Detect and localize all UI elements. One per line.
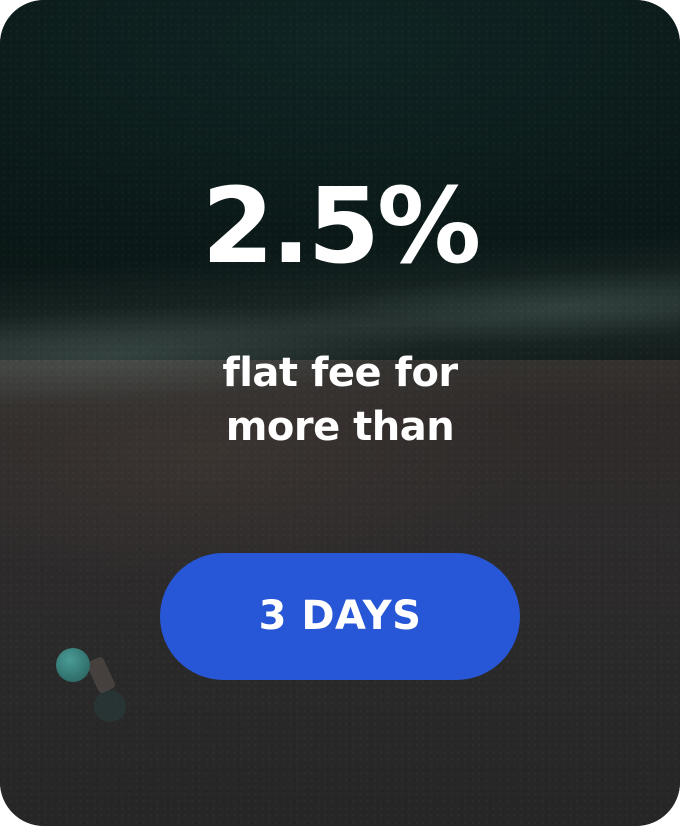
promo-content: 2.5% flat fee for more than 3 DAYS — [0, 0, 680, 826]
fee-rate-headline: 2.5% — [201, 165, 481, 287]
promo-card: 2.5% flat fee for more than 3 DAYS — [0, 0, 680, 826]
fee-description: flat fee for more than — [0, 346, 680, 454]
days-button[interactable]: 3 DAYS — [160, 553, 520, 680]
fee-description-line-1: flat fee for — [222, 350, 458, 396]
fee-description-line-2: more than — [225, 404, 455, 450]
